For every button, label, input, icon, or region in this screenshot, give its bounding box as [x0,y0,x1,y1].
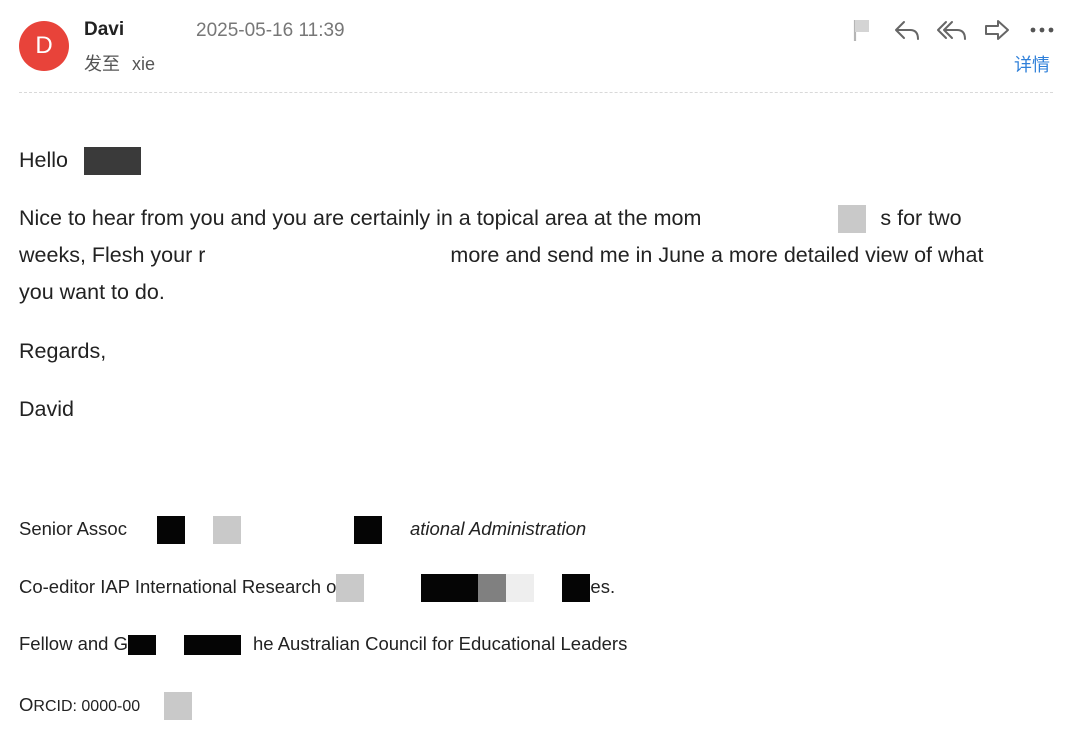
paragraph-text: weeks, Flesh your r [19,243,206,267]
redacted-block [212,516,241,544]
signature-line: Senior Assoc ational Administration [19,516,586,544]
redacted-block [364,574,422,602]
redacted-block [478,574,507,602]
orcid-value: : 0000-00 [72,697,141,715]
redacted-block [534,574,563,602]
email-datetime: 2025-05-16 11:39 [196,20,345,41]
reply-icon[interactable] [891,14,923,46]
to-label: 发至 [84,54,120,74]
redacted-block [838,205,867,234]
paragraph-text: you want to do. [19,280,165,304]
paragraph-line: you want to do. [19,274,1049,311]
recipient-row: 发至 xie [84,50,167,76]
paragraph-line: Nice to hear from you and you are certai… [19,200,1049,237]
signature-text: Co-editor IAP International Research o [19,575,337,597]
greeting-text: Hello [19,148,68,172]
regards: Regards, [19,339,107,363]
redacted-block [336,574,365,602]
avatar-letter: D [35,32,53,59]
signature-text: he Australian Council for Educational Le… [253,633,628,654]
redacted-block [701,204,839,235]
redacted-block [241,635,253,656]
redacted-block [506,574,535,602]
paragraph-text: Nice to hear from you and you are certai… [19,206,702,230]
recipient-value[interactable]: xie [132,54,155,74]
redacted-block [156,516,185,544]
redacted-block [164,692,193,720]
redacted-block [562,574,591,602]
greeting: Hello [19,142,1049,179]
email-toolbar [833,14,1058,46]
redacted-block [240,516,354,544]
orcid-label-cap: O [19,693,34,715]
signature-text: es. [590,575,616,597]
sign-name: David [19,397,74,421]
orcid-label-rest: RCID [33,697,73,715]
forward-icon[interactable] [981,14,1013,46]
orcid-line: ORCID: 0000-00 [19,692,193,720]
paragraph-text: more and send me in June a more detailed… [450,243,984,267]
redacted-block [205,241,451,272]
signature-text: ational Administration [409,517,587,539]
redacted-block [83,147,141,176]
redacted-block [184,516,213,544]
orcid-label: ORCID [19,694,73,715]
redacted-block [184,635,241,656]
more-icon[interactable] [1026,14,1058,46]
message-paragraph: Nice to hear from you and you are certai… [19,200,1049,311]
sender-name[interactable]: Davi [84,19,124,41]
redacted-block [421,574,479,602]
paragraph-line: weeks, Flesh your r more and send me in J… [19,237,1049,274]
signature-text: Fellow and G [19,633,128,654]
redacted-block [866,204,881,235]
reply-all-icon[interactable] [936,14,968,46]
redacted-block [128,635,156,656]
flag-icon[interactable] [846,14,878,46]
redacted-block [140,692,165,720]
redacted-block [126,516,157,544]
header-divider [19,92,1053,93]
signature-line: Fellow and G he Australian Council for Ed… [19,633,628,656]
avatar[interactable]: D [19,21,69,71]
redacted-block [381,516,410,544]
paragraph-text: s for two [880,206,962,230]
redacted-block [353,516,382,544]
signature-line: Co-editor IAP International Research o es… [19,574,615,602]
details-link[interactable]: 详情 [1014,51,1050,77]
signature-text: Senior Assoc [19,517,127,539]
redacted-block [156,635,184,656]
